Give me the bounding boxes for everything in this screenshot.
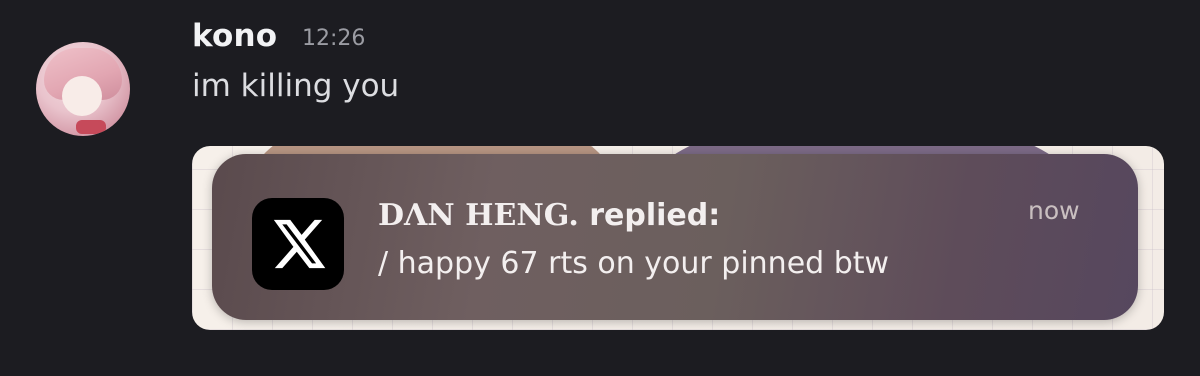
avatar-bow — [76, 120, 106, 134]
notification-title: DΛN HENG. replied: — [378, 198, 720, 233]
avatar-face — [62, 76, 102, 116]
notification-banner: DΛN HENG. replied: / happy 67 rts on you… — [212, 154, 1138, 320]
notification-sender: DΛN HENG. — [378, 198, 579, 233]
avatar[interactable] — [36, 42, 130, 136]
message-timestamp: 12:26 — [302, 26, 366, 51]
x-logo-glyph — [273, 219, 326, 269]
notification-time: now — [1028, 196, 1080, 225]
chat-view: kono 12:26 im killing you DΛN HENG. repl… — [0, 0, 1200, 376]
x-logo-icon — [252, 198, 344, 290]
image-attachment[interactable]: DΛN HENG. replied: / happy 67 rts on you… — [192, 146, 1164, 330]
username[interactable]: kono — [192, 18, 277, 54]
notification-body: / happy 67 rts on your pinned btw — [378, 246, 890, 281]
notification-action: replied: — [578, 198, 721, 233]
message-text: im killing you — [192, 68, 400, 104]
